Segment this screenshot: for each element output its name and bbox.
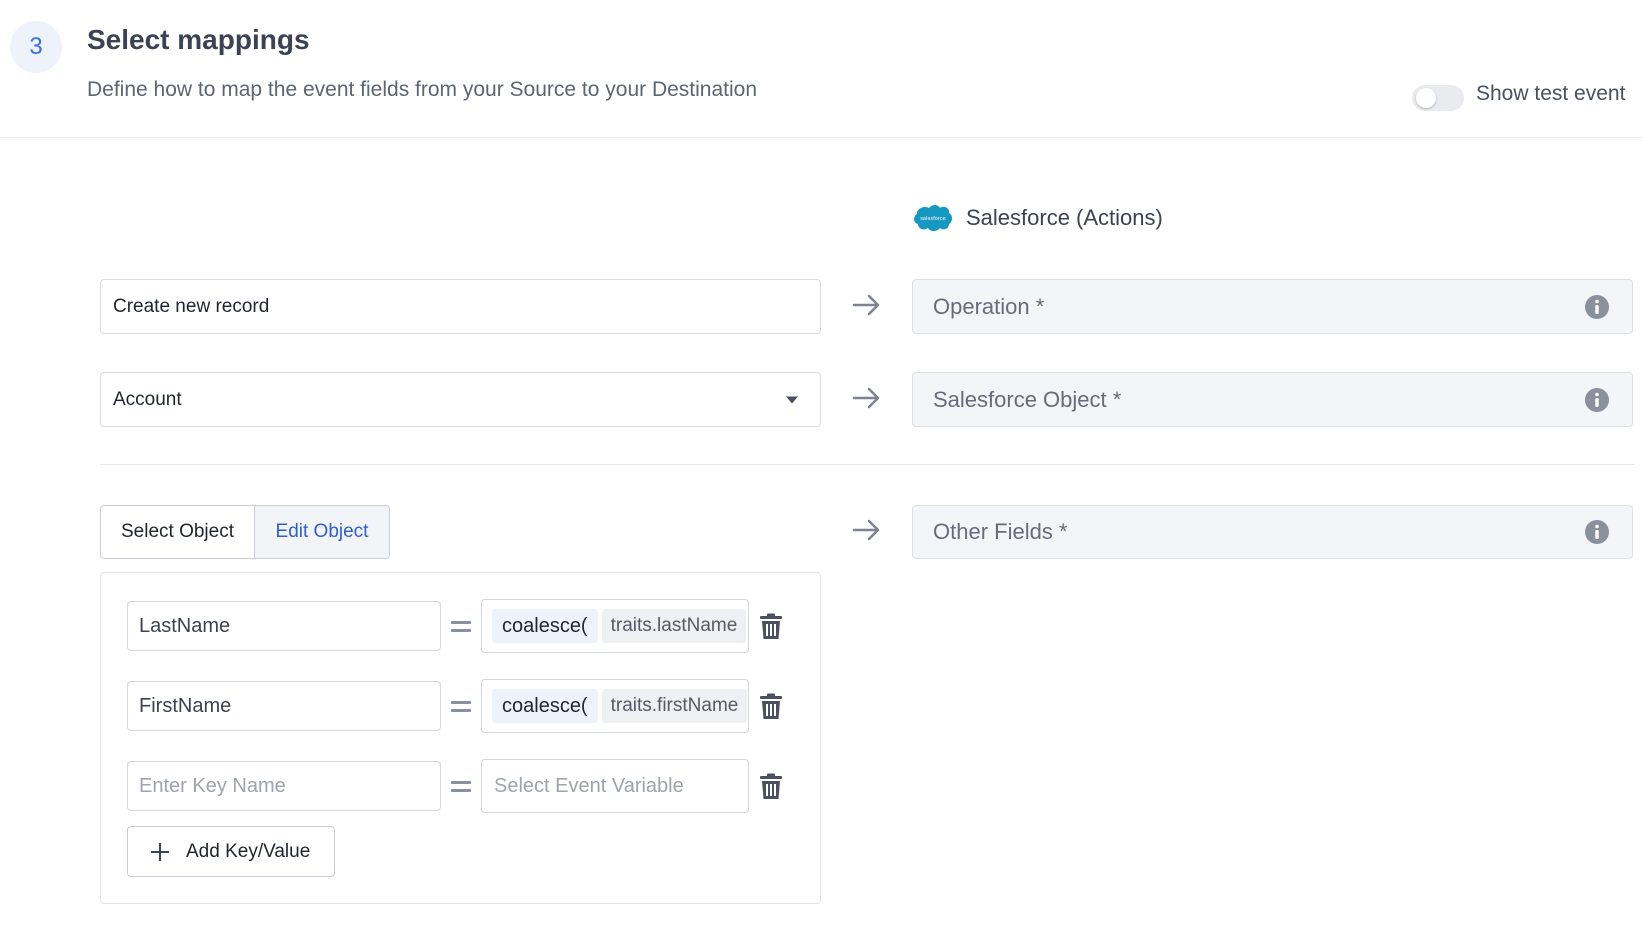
kv-key-value: FirstName bbox=[139, 694, 232, 717]
kv-key-value: LastName bbox=[139, 614, 231, 637]
equals-icon bbox=[451, 781, 473, 793]
step-header: 3 Select mappings Define how to map the … bbox=[0, 0, 1643, 138]
trash-icon[interactable] bbox=[760, 693, 782, 719]
salesforce-logo-text: salesforce bbox=[920, 216, 945, 222]
show-test-event-label: Show test event bbox=[1476, 82, 1626, 105]
event-variable-select[interactable]: Select Event Variable bbox=[481, 759, 749, 813]
operation-value-field[interactable]: Create new record bbox=[100, 279, 821, 334]
salesforce-object-target-label: Salesforce Object * bbox=[933, 386, 1122, 412]
chevron-down-icon bbox=[786, 396, 798, 403]
plus-icon bbox=[150, 842, 170, 862]
other-fields-target-label: Other Fields * bbox=[933, 519, 1068, 544]
salesforce-object-target-field[interactable]: Salesforce Object * bbox=[912, 372, 1633, 427]
object-mode-tabs: Select Object Edit Object bbox=[100, 505, 390, 559]
info-icon[interactable] bbox=[1584, 387, 1610, 413]
equals-icon bbox=[451, 701, 473, 713]
kv-key-placeholder: Enter Key Name bbox=[139, 774, 286, 797]
arrow-right-icon bbox=[852, 519, 880, 541]
destination-header: salesforce Salesforce (Actions) bbox=[912, 203, 1163, 233]
event-variable-placeholder: Select Event Variable bbox=[494, 774, 684, 797]
step-number-badge: 3 bbox=[10, 21, 62, 73]
page-subtitle: Define how to map the event fields from … bbox=[87, 78, 758, 101]
destination-name: Salesforce (Actions) bbox=[966, 205, 1163, 230]
operation-target-field[interactable]: Operation * bbox=[912, 279, 1633, 334]
salesforce-logo-icon: salesforce bbox=[914, 205, 952, 231]
arrow-right-icon bbox=[852, 387, 880, 409]
kv-value-input[interactable]: coalesce( traits.lastName bbox=[481, 599, 749, 653]
variable-chip[interactable]: traits.firstName bbox=[601, 689, 748, 723]
tab-edit-object[interactable]: Edit Object bbox=[255, 506, 389, 558]
section-divider bbox=[100, 464, 1635, 465]
info-icon[interactable] bbox=[1584, 519, 1610, 545]
object-select-field[interactable]: Account bbox=[100, 372, 821, 427]
function-chip[interactable]: coalesce( bbox=[492, 609, 598, 643]
operation-target-label: Operation * bbox=[933, 293, 1045, 319]
function-chip[interactable]: coalesce( bbox=[492, 689, 598, 723]
page-title: Select mappings bbox=[87, 24, 310, 55]
variable-chip[interactable]: traits.lastName bbox=[601, 609, 747, 643]
show-test-event-toggle[interactable] bbox=[1412, 85, 1464, 111]
trash-icon[interactable] bbox=[760, 613, 782, 639]
arrow-right-icon bbox=[852, 294, 880, 316]
toggle-knob bbox=[1416, 88, 1436, 108]
other-fields-target-field[interactable]: Other Fields * bbox=[912, 505, 1633, 559]
kv-key-input[interactable]: LastName bbox=[127, 601, 441, 651]
trash-icon[interactable] bbox=[760, 773, 782, 799]
object-select-value: Account bbox=[113, 388, 182, 410]
operation-value: Create new record bbox=[113, 295, 270, 317]
add-key-value-button[interactable]: Add Key/Value bbox=[127, 826, 335, 877]
tab-select-object[interactable]: Select Object bbox=[101, 506, 255, 558]
info-icon[interactable] bbox=[1584, 294, 1610, 320]
kv-value-input[interactable]: coalesce( traits.firstName bbox=[481, 679, 749, 733]
kv-key-input[interactable]: FirstName bbox=[127, 681, 441, 731]
kv-key-input-empty[interactable]: Enter Key Name bbox=[127, 761, 441, 811]
equals-icon bbox=[451, 621, 473, 633]
add-key-value-label: Add Key/Value bbox=[186, 840, 311, 862]
